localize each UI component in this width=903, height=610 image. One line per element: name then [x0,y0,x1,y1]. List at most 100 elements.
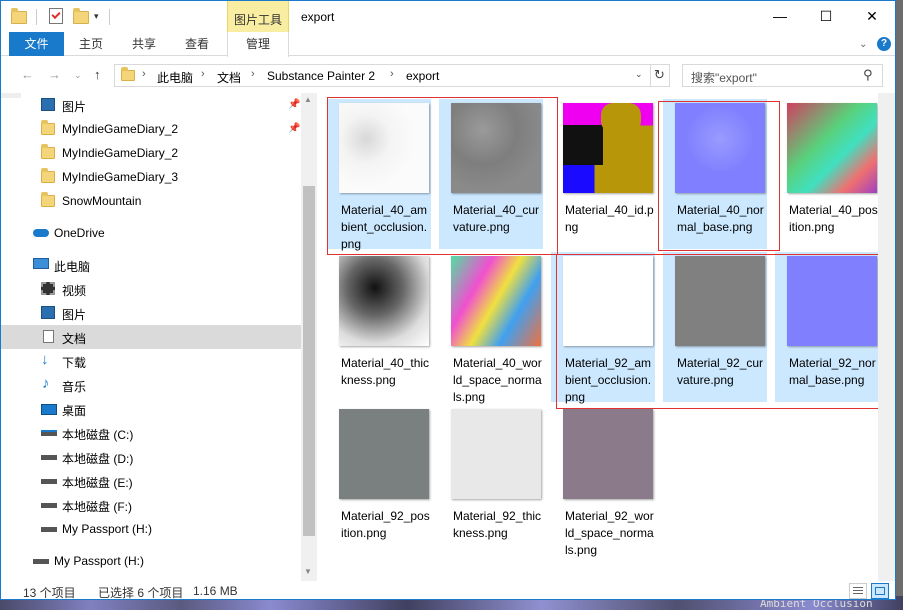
sidebar-item-onedrive[interactable]: OneDrive [1,221,301,245]
navigation-pane: 图片 📌 MyIndieGameDiary_2 📌 MyIndieGameDia… [1,93,317,581]
file-thumbnail [451,256,541,346]
drive-icon [41,455,57,460]
sidebar-item-drive-d[interactable]: 本地磁盘 (D:) [1,445,301,469]
tab-share[interactable]: 共享 [132,32,156,56]
breadcrumb-documents[interactable]: 文档 [217,69,241,86]
sidebar-scroll-thumb[interactable] [303,186,315,536]
customize-qat-icon[interactable]: ▾ [94,11,99,22]
sidebar-item-label: 此电脑 [54,260,91,274]
status-bar: 13 个项目 已选择 6 个项目 1.16 MB [1,581,895,600]
address-dropdown-icon[interactable]: ⌄ [635,69,643,80]
file-name: Material_40_world_space_normals.png [453,356,542,404]
sidebar-item-drive-c[interactable]: 本地磁盘 (C:) [1,421,301,445]
title-bar: ▾ 图片工具 export — ☐ ✕ [1,1,895,32]
sidebar-item-myindiegamediary-2b[interactable]: MyIndieGameDiary_2 [1,141,301,165]
music-icon: ♪ [42,375,50,392]
up-icon[interactable]: ↑ [94,67,101,82]
sidebar-item-pictures-quick[interactable]: 图片 📌 [1,93,301,117]
file-tab[interactable]: 文件 [9,32,64,56]
file-thumbnail [339,409,429,499]
pin-icon[interactable]: 📌 [288,99,300,110]
breadcrumb-export[interactable]: export [406,69,439,83]
pictures-icon [41,306,55,319]
file-thumbnail [563,409,653,499]
sidebar-item-drive-h[interactable]: My Passport (H:) [1,517,301,541]
help-icon[interactable]: ? [877,37,891,51]
address-bar[interactable]: › 此电脑 › 文档 › Substance Painter 2 › expor… [114,64,670,87]
file-tile[interactable]: Material_40_thickness.png [327,252,431,402]
file-tile[interactable]: Material_92_position.png [327,405,431,555]
item-count: 13 个项目 [23,586,76,600]
sidebar-item-drive-e[interactable]: 本地磁盘 (E:) [1,469,301,493]
sidebar-item-this-pc[interactable]: 此电脑 [1,253,301,277]
sidebar-item-label: MyIndieGameDiary_2 [62,146,179,160]
file-tile[interactable]: Material_92_thickness.png [439,405,543,555]
pin-icon[interactable]: 📌 [288,123,300,134]
documents-icon [43,330,54,343]
sidebar-item-my-passport[interactable]: My Passport (H:) [1,549,301,573]
sidebar-item-documents[interactable]: 文档 [1,325,301,349]
search-box[interactable]: 搜索"export" ⚲ [682,64,883,87]
file-tile[interactable]: Material_40_position.png [775,99,879,249]
breadcrumb-this-pc[interactable]: 此电脑 [157,69,193,86]
file-thumbnail [787,103,877,193]
breadcrumb-substance[interactable]: Substance Painter 2 [267,69,375,83]
refresh-icon[interactable]: ↻ [654,67,665,83]
sidebar-item-music[interactable]: ♪ 音乐 [1,373,301,397]
file-tile[interactable]: Material_40_world_space_normals.png [439,252,543,404]
sidebar-item-label: SnowMountain [62,194,142,208]
sidebar-item-desktop[interactable]: 桌面 [1,397,301,421]
chevron-right-icon: › [201,68,205,80]
video-icon [41,282,55,295]
scroll-down-icon[interactable]: ▼ [304,567,312,576]
drive-icon [33,559,49,564]
file-name: Material_92_position.png [341,509,430,540]
sidebar-item-pictures[interactable]: 图片 [1,301,301,325]
file-list-pane: Material_40_ambient_occlusion.png Materi… [318,93,895,581]
sidebar-item-label: MyIndieGameDiary_3 [62,170,179,184]
highlight-box [658,101,780,251]
sidebar-item-drive-f[interactable]: 本地磁盘 (F:) [1,493,301,517]
tab-manage[interactable]: 管理 [227,32,289,57]
sidebar-item-label: 本地磁盘 (D:) [62,452,134,466]
expand-ribbon-icon[interactable]: ⌄ [859,39,867,50]
large-icons-view-icon[interactable] [871,583,889,599]
sidebar-item-label: My Passport (H:) [54,554,145,568]
folder-icon [11,8,27,24]
recent-locations-icon[interactable]: ⌄ [74,70,82,81]
forward-icon[interactable]: → [48,67,61,82]
file-name: Material_40_thickness.png [341,356,430,387]
sidebar-item-myindiegamediary-3[interactable]: MyIndieGameDiary_3 [1,165,301,189]
sidebar-item-myindiegamediary-2a[interactable]: MyIndieGameDiary_2 📌 [1,117,301,141]
file-name: Material_40_id.png [565,203,654,234]
new-folder-icon[interactable] [73,8,89,24]
drive-icon [41,430,57,436]
download-icon: ↓ [41,351,49,368]
sidebar-item-snowmountain[interactable]: SnowMountain [1,189,301,213]
sidebar-item-label: My Passport (H:) [62,522,153,536]
back-icon[interactable]: ← [21,67,34,82]
content-scrollbar[interactable] [878,93,895,581]
close-button[interactable]: ✕ [849,1,895,31]
cloud-icon [33,229,49,237]
folder-icon [41,168,55,183]
tab-view[interactable]: 查看 [185,32,209,56]
tab-home[interactable]: 主页 [79,32,103,56]
file-thumbnail [339,256,429,346]
details-view-icon[interactable] [849,583,867,599]
sidebar-item-label: 音乐 [62,380,87,394]
sidebar-item-downloads[interactable]: ↓ 下载 [1,349,301,373]
minimize-button[interactable]: — [757,1,803,31]
sidebar-item-videos[interactable]: 视频 [1,277,301,301]
scroll-up-icon[interactable]: ▲ [304,95,312,104]
maximize-button[interactable]: ☐ [803,1,849,31]
ribbon-tabs: 文件 主页 共享 查看 管理 ⌄ ? [1,32,895,57]
folder-icon [41,144,55,159]
properties-icon[interactable] [49,8,63,24]
drive-icon [41,503,57,508]
search-icon[interactable]: ⚲ [863,67,873,83]
file-tile[interactable]: Material_40_id.png [551,99,655,249]
search-placeholder: 搜索"export" [691,71,757,85]
highlight-box [556,254,890,409]
file-tile[interactable]: Material_92_world_space_normals.png [551,405,655,557]
